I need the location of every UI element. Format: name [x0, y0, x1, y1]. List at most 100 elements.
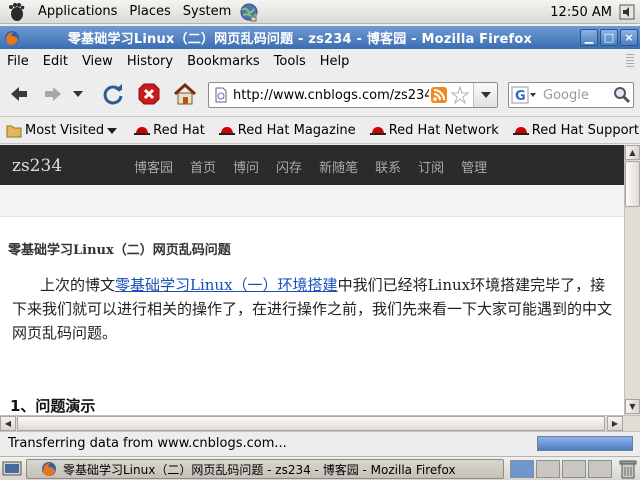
bookmark-red-hat-support[interactable]: Red Hat Support	[512, 123, 639, 138]
firefox-icon	[5, 30, 19, 45]
menu-edit[interactable]: Edit	[36, 54, 75, 69]
forward-arrow-icon	[45, 87, 61, 101]
bookmark-label: Red Hat Network	[388, 123, 499, 138]
bookmark-label: Red Hat	[153, 123, 205, 138]
menu-file[interactable]: File	[0, 54, 36, 69]
network-globe-icon[interactable]	[239, 2, 259, 22]
search-bar[interactable]: G Google	[508, 82, 634, 108]
url-bar[interactable]: http://www.cnblogs.com/zs234/	[208, 82, 498, 108]
system-menu[interactable]: System	[177, 0, 237, 24]
status-text: Transferring data from www.cnblogs.com..…	[8, 436, 287, 451]
history-dropdown-button[interactable]	[68, 79, 88, 109]
post-title[interactable]: 零基础学习Linux（二）网页乱码问题	[8, 239, 231, 258]
blog-title[interactable]: zs234	[12, 156, 62, 176]
home-button[interactable]	[170, 79, 200, 109]
bookmark-red-hat[interactable]: Red Hat	[134, 123, 205, 138]
scroll-right-button[interactable]: ▶	[607, 416, 623, 431]
blog-subheader	[0, 185, 624, 217]
scroll-left-button[interactable]: ◀	[0, 416, 16, 431]
menubar: File Edit View History Bookmarks Tools H…	[0, 50, 640, 72]
gnome-foot-icon[interactable]	[6, 2, 26, 22]
bookmark-red-hat-network[interactable]: Red Hat Network	[369, 123, 499, 138]
chevron-down-icon	[480, 92, 491, 98]
minimize-button[interactable]: ▁	[580, 29, 598, 46]
bookmark-folder-icon	[6, 125, 22, 137]
section-heading: 1、问题演示	[10, 397, 96, 415]
bookmark-star-icon[interactable]	[451, 86, 469, 104]
back-button[interactable]	[4, 79, 34, 109]
show-desktop-icon[interactable]	[2, 460, 22, 478]
horizontal-scroll-thumb[interactable]	[17, 416, 605, 431]
places-menu[interactable]: Places	[123, 0, 176, 24]
bookmark-label: Red Hat Support	[531, 123, 639, 138]
redhat-icon	[218, 126, 235, 135]
bookmarks-toolbar: Most Visited Red Hat Red Hat Magazine Re…	[0, 118, 640, 144]
redhat-icon	[134, 126, 151, 135]
page-content[interactable]: zs234 博客园 首页 博问 闪存 新随笔 联系 订阅 管理 零基础学习Lin…	[0, 145, 624, 415]
firefox-icon	[42, 462, 56, 476]
bookmark-most-visited[interactable]: Most Visited	[6, 123, 120, 138]
nav-link-contact[interactable]: 联系	[375, 157, 401, 176]
taskbar-window-label: 零基础学习Linux（二）网页乱码问题 - zs234 - 博客园 - Mozi…	[63, 462, 456, 477]
forward-button[interactable]	[38, 79, 68, 109]
progress-fill	[538, 437, 632, 450]
taskbar-firefox-window[interactable]: 零基础学习Linux（二）网页乱码问题 - zs234 - 博客园 - Mozi…	[26, 459, 504, 479]
toolbar-grip	[626, 54, 634, 68]
navigation-toolbar: http://www.cnblogs.com/zs234/ G Google	[0, 73, 640, 117]
history-dropdown-icon	[73, 91, 83, 97]
reload-icon	[103, 84, 123, 105]
vertical-scrollbar[interactable]: ▲ ▼	[624, 145, 640, 415]
vertical-scroll-thumb[interactable]	[625, 161, 640, 207]
window-title: 零基础学习Linux（二）网页乱码问题 - zs234 - 博客园 - Mozi…	[67, 32, 533, 47]
maximize-button[interactable]: □	[600, 29, 618, 46]
menu-history[interactable]: History	[120, 54, 180, 69]
menu-tools[interactable]: Tools	[267, 54, 313, 69]
back-arrow-icon	[11, 87, 27, 101]
nav-link-new-post[interactable]: 新随笔	[319, 157, 358, 176]
nav-link-manage[interactable]: 管理	[461, 157, 487, 176]
post-body: 上次的博文零基础学习Linux（一）环境搭建中我们已经将Linux环境搭建完毕了…	[12, 273, 616, 345]
chevron-down-icon	[107, 127, 118, 134]
workspace-4[interactable]	[588, 460, 612, 478]
reload-button[interactable]	[98, 79, 128, 109]
nav-link-subscribe[interactable]: 订阅	[418, 157, 444, 176]
scroll-down-button[interactable]: ▼	[625, 399, 640, 414]
window-titlebar[interactable]: 零基础学习Linux（二）网页乱码问题 - zs234 - 博客园 - Mozi…	[0, 26, 640, 49]
workspace-3[interactable]	[562, 460, 586, 478]
bookmark-red-hat-magazine[interactable]: Red Hat Magazine	[218, 123, 356, 138]
redhat-icon	[369, 126, 386, 135]
magnifier-icon[interactable]	[613, 86, 631, 104]
stop-button[interactable]	[134, 79, 164, 109]
search-input[interactable]: Google	[543, 88, 613, 103]
stop-icon	[138, 83, 160, 105]
nav-link-questions[interactable]: 博问	[233, 157, 259, 176]
scroll-up-button[interactable]: ▲	[625, 145, 640, 160]
svg-text:G: G	[515, 89, 526, 104]
blog-nav: 博客园 首页 博问 闪存 新随笔 联系 订阅 管理	[134, 157, 504, 176]
google-icon[interactable]: G	[511, 86, 537, 104]
status-bar: Transferring data from www.cnblogs.com..…	[0, 431, 640, 455]
trash-icon[interactable]	[619, 459, 637, 479]
page-icon	[215, 87, 227, 103]
applications-menu[interactable]: Applications	[32, 0, 123, 24]
rss-feed-icon[interactable]	[431, 87, 447, 103]
close-button[interactable]: ×	[620, 29, 638, 46]
nav-link-cnblogs[interactable]: 博客园	[134, 157, 173, 176]
post-link-part-one[interactable]: 零基础学习Linux（一）环境搭建	[115, 276, 338, 294]
horizontal-scrollbar[interactable]: ◀ ▶	[0, 415, 640, 431]
nav-link-flash[interactable]: 闪存	[276, 157, 302, 176]
menu-bookmarks[interactable]: Bookmarks	[180, 54, 267, 69]
workspace-2[interactable]	[536, 460, 560, 478]
panel-clock[interactable]: 12:50 AM	[550, 5, 612, 20]
redhat-icon	[512, 126, 529, 135]
workspace-1[interactable]	[510, 460, 534, 478]
url-dropdown-button[interactable]	[473, 83, 497, 107]
volume-icon[interactable]	[618, 3, 636, 21]
bookmark-label: Red Hat Magazine	[237, 123, 356, 138]
nav-link-home[interactable]: 首页	[190, 157, 216, 176]
menu-view[interactable]: View	[75, 54, 120, 69]
url-input[interactable]: http://www.cnblogs.com/zs234/	[233, 88, 429, 103]
bottom-taskbar: 零基础学习Linux（二）网页乱码问题 - zs234 - 博客园 - Mozi…	[0, 456, 640, 480]
gnome-top-panel: Applications Places System 12:50 AM	[0, 0, 640, 24]
menu-help[interactable]: Help	[313, 54, 357, 69]
